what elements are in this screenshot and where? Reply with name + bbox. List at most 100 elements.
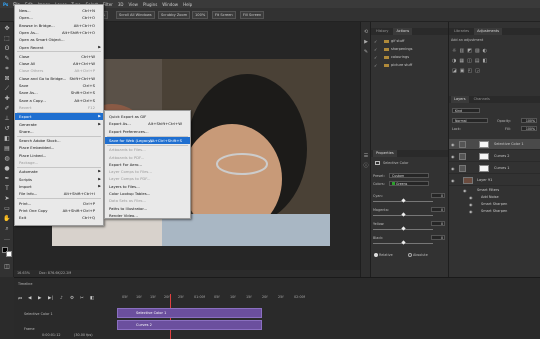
menu-item-save-for-web-legacy[interactable]: Save for Web (Legacy)... Alt+Ctrl+Shift+S <box>105 136 190 144</box>
lasso-tool-icon[interactable]: ʘ <box>2 44 12 53</box>
adjustment-icons-grid[interactable]: ☼▥◩▨◐ ◑▦◫▤◧ ◪▣◰◲ <box>452 46 532 76</box>
scroll-all-windows-checkbox[interactable]: Scroll All Windows <box>116 11 155 19</box>
next-frame-icon[interactable]: ▶| <box>48 296 53 301</box>
menu-item-quick-export-as-gif[interactable]: Quick Export as GIF <box>105 113 190 120</box>
layer-mask-thumbnail[interactable] <box>479 153 489 160</box>
tab-history[interactable]: History <box>373 28 391 35</box>
timeline-clip[interactable]: Selective Color 1 <box>117 308 262 318</box>
move-tool-icon[interactable]: ✥ <box>2 24 12 33</box>
menu-item-print[interactable]: Print... Ctrl+P <box>15 200 103 207</box>
preset-select[interactable]: Custom <box>389 173 429 178</box>
path-select-tool-icon[interactable]: ➤ <box>2 194 12 203</box>
shape-tool-icon[interactable]: ▭ <box>2 204 12 213</box>
eye-icon[interactable]: ◉ <box>451 151 455 162</box>
cyan-input[interactable]: 0 <box>431 193 445 198</box>
status-zoom[interactable]: 16.63% <box>17 271 30 275</box>
menu-item-export[interactable]: Export ▶ <box>15 113 103 121</box>
zoom-100-button[interactable]: 100% <box>192 11 209 19</box>
check-icon[interactable]: ✓ <box>374 62 377 69</box>
fit-screen-button[interactable]: Fit Screen <box>212 11 236 19</box>
menu-item-render-video[interactable]: Render Video... <box>105 212 190 219</box>
type-tool-icon[interactable]: T <box>2 184 12 193</box>
cyan-slider-knob[interactable] <box>401 198 406 203</box>
tab-properties[interactable]: Properties <box>373 150 397 157</box>
actions-panel-icon[interactable]: ▶ <box>362 38 370 46</box>
stamp-tool-icon[interactable]: ⊥ <box>2 114 12 123</box>
menu-item-share[interactable]: Share... <box>15 128 103 135</box>
smart-filter-row[interactable]: ◉ Smart Sharpen <box>449 201 540 208</box>
layer-row[interactable]: ◉ Curves 2 <box>449 151 540 162</box>
blend-mode-select[interactable]: Normal <box>452 118 488 123</box>
menu-item-layer-comps-to-pdf[interactable]: Layer Comps to PDF... <box>105 175 190 182</box>
history-brush-tool-icon[interactable]: ↺ <box>2 124 12 133</box>
menu-item-save[interactable]: Save Ctrl+S <box>15 82 103 89</box>
menu-item-export-as[interactable]: Export As... Alt+Shift+Ctrl+W <box>105 120 190 127</box>
menu-item-new[interactable]: New... Ctrl+N <box>15 7 103 14</box>
colors-select[interactable]: Greens <box>389 181 429 186</box>
menu-item-print-one-copy[interactable]: Print One Copy Alt+Shift+Ctrl+P <box>15 207 103 214</box>
first-frame-icon[interactable]: ⏮ <box>18 296 22 302</box>
layer-row[interactable]: ◉ Selective Color 1 <box>449 139 540 150</box>
split-icon[interactable]: ✂ <box>80 296 84 301</box>
audio-icon[interactable]: ♪ <box>60 296 63 301</box>
eye-icon[interactable]: ◉ <box>451 163 455 174</box>
layer-row[interactable]: ◉ Layer 91 <box>449 175 540 186</box>
brush-settings-icon[interactable]: ✎ <box>362 48 370 56</box>
menu-item-scripts[interactable]: Scripts ▶ <box>15 176 103 183</box>
menu-item-generate[interactable]: Generate ▶ <box>15 121 103 128</box>
magenta-input[interactable]: 0 <box>431 207 445 212</box>
properties-panel-icon[interactable]: ☰ <box>362 152 370 160</box>
menu-window[interactable]: Window <box>162 2 178 7</box>
action-set-row[interactable]: ✓ gif stuff <box>371 38 448 45</box>
more-tools-icon[interactable]: … <box>2 234 12 243</box>
tab-channels[interactable]: Channels <box>471 96 493 103</box>
magenta-slider[interactable] <box>373 212 433 217</box>
eyedropper-tool-icon[interactable]: ⟋ <box>2 84 12 93</box>
healing-tool-icon[interactable]: ✚ <box>2 94 12 103</box>
yellow-slider-knob[interactable] <box>401 226 406 231</box>
layer-mask-thumbnail[interactable] <box>479 165 489 172</box>
black-slider-knob[interactable] <box>401 240 406 245</box>
history-panel-icon[interactable]: ⟲ <box>362 28 370 36</box>
menu-view[interactable]: View <box>128 2 138 7</box>
dodge-tool-icon[interactable]: ● <box>2 164 12 173</box>
pen-tool-icon[interactable]: ✒ <box>2 174 12 183</box>
yellow-slider[interactable] <box>373 226 433 231</box>
tab-actions[interactable]: Actions <box>393 28 413 35</box>
eye-icon[interactable]: ◉ <box>463 187 467 194</box>
action-set-row[interactable]: ✓ picture stuff <box>371 62 448 69</box>
menu-item-close-and-go-to-bridge[interactable]: Close and Go to Bridge... Shift+Ctrl+W <box>15 75 103 82</box>
menu-item-export-for-aero[interactable]: Export For Aero... <box>105 161 190 168</box>
menu-item-artboards-to-pdf[interactable]: Artboards to PDF... <box>105 154 190 161</box>
menu-item-close-others[interactable]: Close Others Alt+Ctrl+P <box>15 67 103 74</box>
black-slider[interactable] <box>373 240 433 245</box>
info-panel-icon[interactable]: ⓘ <box>362 162 370 170</box>
action-set-row[interactable]: ✓ sharpenings <box>371 46 448 53</box>
quick-mask-icon[interactable]: ◫ <box>2 262 12 271</box>
menu-item-close[interactable]: Close Ctrl+W <box>15 53 103 60</box>
check-icon[interactable]: ✓ <box>374 54 377 61</box>
menu-item-data-sets-as-files[interactable]: Data Sets as Files... <box>105 197 190 204</box>
blur-tool-icon[interactable]: ◍ <box>2 154 12 163</box>
check-icon[interactable]: ✓ <box>374 38 377 45</box>
tab-libraries[interactable]: Libraries <box>451 28 472 35</box>
menu-item-artboards-to-files[interactable]: Artboards to Files... <box>105 146 190 153</box>
eye-icon[interactable]: ◉ <box>469 208 473 215</box>
menu-item-open-as-smart-object[interactable]: Open as Smart Object... <box>15 36 103 43</box>
menu-item-place-linked[interactable]: Place Linked... <box>15 152 103 159</box>
eye-icon[interactable]: ◉ <box>469 201 473 208</box>
settings-icon[interactable]: ⚙ <box>70 296 74 301</box>
menu-item-file-info[interactable]: File Info... Alt+Shift+Ctrl+I <box>15 190 103 197</box>
menu-item-layer-comps-to-files[interactable]: Layer Comps to Files... <box>105 168 190 175</box>
menu-filter[interactable]: Filter <box>103 2 113 7</box>
menu-item-automate[interactable]: Automate ▶ <box>15 168 103 175</box>
menu-3d[interactable]: 3D <box>118 2 124 7</box>
menu-plugins[interactable]: Plugins <box>143 2 157 7</box>
menu-item-place-embedded[interactable]: Place Embedded... <box>15 144 103 151</box>
marquee-tool-icon[interactable]: ⬚ <box>2 34 12 43</box>
menu-item-open-as[interactable]: Open As... Alt+Shift+Ctrl+O <box>15 29 103 36</box>
menu-item-paths-to-illustrator[interactable]: Paths to Illustrator... <box>105 205 190 212</box>
tab-layers[interactable]: Layers <box>451 96 469 103</box>
quick-select-tool-icon[interactable]: ✎ <box>2 54 12 63</box>
menu-item-open[interactable]: Open... Ctrl+O <box>15 14 103 21</box>
